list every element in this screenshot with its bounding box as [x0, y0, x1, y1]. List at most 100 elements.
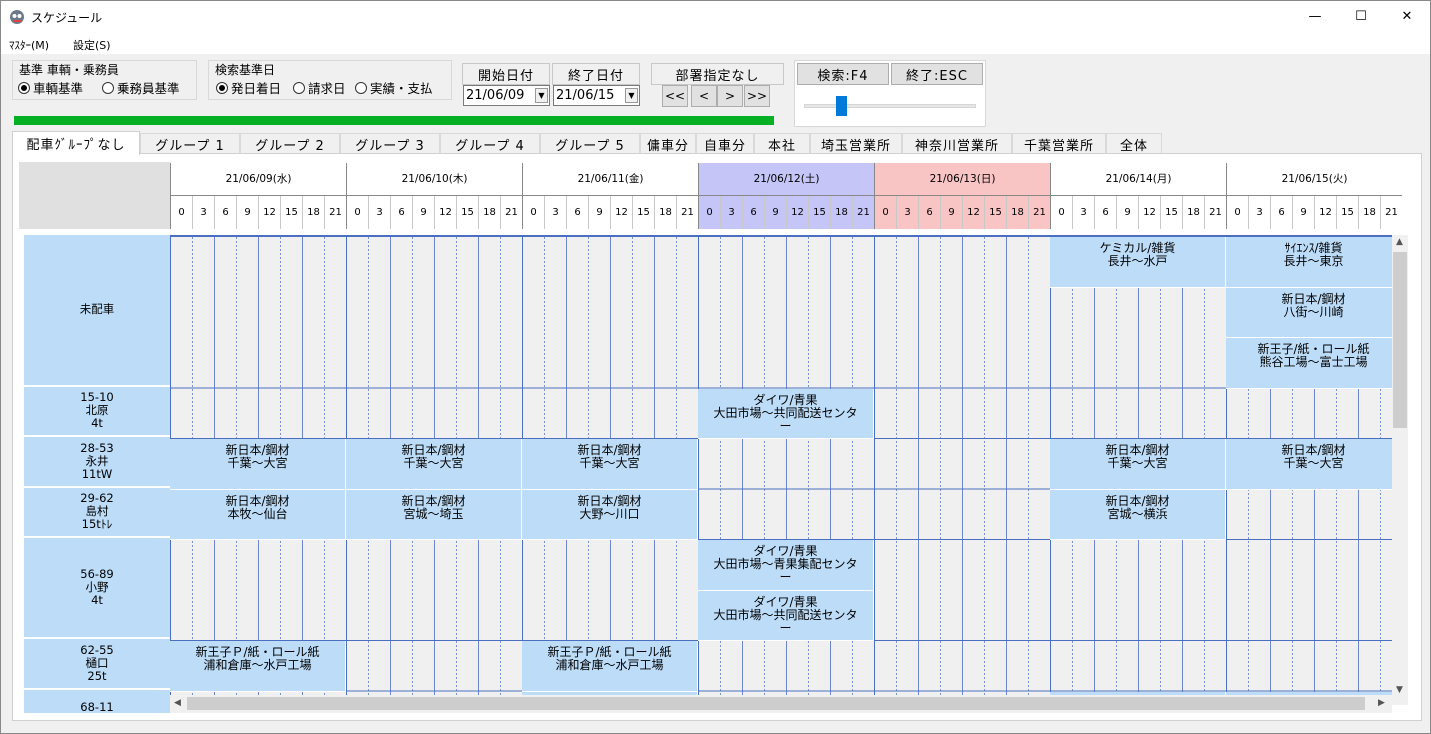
vehicle-row-header[interactable]: 62-55 樋口 25t — [24, 639, 170, 690]
day-header: 21/06/15(火) 0 3 6 9 12 15 18 21 — [1227, 163, 1402, 229]
dropdown-arrow-icon[interactable]: ▼ — [625, 88, 638, 103]
hour-label: 18 — [1007, 196, 1029, 229]
job-block[interactable]: ダイワ/青果 大田市場～共同配送センター — [698, 388, 874, 439]
radio-actual-payment[interactable]: 実績・支払 — [355, 78, 433, 97]
tab-9[interactable]: 埼玉営業所 — [810, 133, 902, 154]
minimize-button[interactable]: — — [1292, 1, 1338, 32]
job-block[interactable]: 新日本/鋼材 千葉～大宮 — [1050, 439, 1226, 490]
scroll-left-icon[interactable]: ◀ — [174, 698, 181, 708]
radio-label: 乗務員基準 — [117, 81, 180, 96]
end-date-picker[interactable]: 21/06/15 ▼ — [553, 85, 640, 106]
hour-label: 12 — [259, 196, 281, 229]
nav-next-button[interactable]: > — [717, 85, 743, 107]
tab-6[interactable]: 傭車分 — [640, 133, 696, 154]
horizontal-scroll-thumb[interactable] — [187, 697, 1365, 710]
hour-label: 6 — [215, 196, 237, 229]
nav-first-button[interactable]: << — [662, 85, 688, 107]
vehicle-row-line: 4t — [91, 416, 103, 431]
start-date-picker[interactable]: 21/06/09 ▼ — [463, 85, 550, 106]
hour-label: 15 — [985, 196, 1007, 229]
vehicle-row-header[interactable]: 68-11藤井 — [24, 689, 170, 713]
exit-button[interactable]: 終了:ESC — [891, 63, 983, 85]
job-block[interactable]: 新王子Ｐ/紙・ロール紙 浦和倉庫～水戸工場 — [170, 641, 346, 692]
job-block[interactable]: 新日本/鋼材 宮城～埼玉 — [346, 489, 522, 540]
nav-prev-button[interactable]: < — [691, 85, 717, 107]
job-block[interactable]: ケミカル/雑貨 長井～水戸 — [1050, 237, 1226, 288]
menu-settings[interactable]: 設定(S) — [73, 37, 111, 53]
zoom-slider-thumb[interactable] — [836, 96, 847, 116]
zoom-slider-track[interactable] — [804, 104, 976, 108]
tab-5[interactable]: グループ 5 — [540, 133, 640, 154]
tab-7[interactable]: 自車分 — [696, 133, 754, 154]
vehicle-row-header[interactable]: 未配車 — [24, 235, 170, 387]
hour-label: 9 — [237, 196, 259, 229]
day-header: 21/06/14(月) 0 3 6 9 12 15 18 21 — [1051, 163, 1227, 229]
job-block[interactable]: 新王子/紙・ロール紙 熊谷工場～富士工場 — [1226, 338, 1392, 389]
radio-label: 車輌基準 — [33, 81, 84, 96]
job-block[interactable]: 新日本/鋼材 千葉～大宮 — [1226, 439, 1392, 490]
job-line: 宮城～横浜 — [1107, 506, 1168, 521]
job-block[interactable]: 新日本/鋼材 千葉～大宮 — [522, 439, 698, 490]
tab-11[interactable]: 千葉営業所 — [1012, 133, 1106, 154]
vertical-scroll-thumb[interactable] — [1393, 252, 1407, 428]
job-block[interactable]: ダイワ/青果 大田市場～青果集配センター — [698, 540, 874, 591]
hour-label: 6 — [567, 196, 589, 229]
menu-master[interactable]: ﾏｽﾀｰ(M) — [9, 37, 49, 53]
scroll-right-icon[interactable]: ▶ — [1378, 698, 1385, 708]
vehicle-row-header[interactable]: 56-89 小野 4t — [24, 538, 170, 639]
dropdown-arrow-icon[interactable]: ▼ — [535, 88, 548, 103]
hour-label: 12 — [611, 196, 633, 229]
vehicle-row-line: 樋口 — [85, 655, 109, 670]
radio-billing-date[interactable]: 請求日 — [293, 78, 346, 97]
job-line: 長井～東京 — [1283, 254, 1344, 268]
hour-label: 3 — [369, 196, 391, 229]
hour-label: 6 — [1271, 196, 1293, 229]
close-button[interactable]: ✕ — [1384, 1, 1430, 32]
hour-label: 12 — [963, 196, 985, 229]
tab-1[interactable]: グループ 1 — [140, 133, 240, 154]
scroll-down-icon[interactable]: ▼ — [1396, 685, 1403, 695]
job-block[interactable]: 新日本/鋼材 宮城～横浜 — [1050, 489, 1226, 540]
horizontal-scrollbar[interactable]: ◀ ▶ — [170, 695, 1392, 713]
basis-label: 基準 車輌・乗務員 — [19, 63, 119, 77]
tab-10[interactable]: 神奈川営業所 — [902, 133, 1012, 154]
scroll-up-icon[interactable]: ▲ — [1396, 237, 1403, 247]
day-header: 21/06/12(土) 0 3 6 9 12 15 18 21 — [699, 163, 875, 229]
department-filter[interactable]: 部署指定なし — [651, 63, 784, 85]
job-block[interactable]: 新日本/鋼材 八街～川崎 — [1226, 287, 1392, 338]
job-block[interactable]: 新日本/鋼材 千葉～大宮 — [170, 439, 346, 490]
job-block[interactable]: ダイワ/青果 大田市場～共同配送センター — [698, 590, 874, 641]
vehicle-row-line: 15tﾄﾚ — [81, 517, 113, 532]
vehicle-row-header[interactable]: 15-10 北原 4t — [24, 386, 170, 437]
hour-label: 0 — [699, 196, 721, 229]
radio-crew-basis[interactable]: 乗務員基準 — [102, 78, 180, 97]
hour-label: 6 — [743, 196, 765, 229]
tab-3[interactable]: グループ 3 — [340, 133, 440, 154]
tab-2[interactable]: グループ 2 — [240, 133, 340, 154]
tab-8[interactable]: 本社 — [754, 133, 810, 154]
hour-label: 21 — [1209, 207, 1222, 218]
search-button[interactable]: 検索:F4 — [797, 63, 889, 85]
vehicle-row-line: 永井 — [85, 453, 109, 468]
job-block[interactable]: 新日本/鋼材 千葉～大宮 — [346, 439, 522, 490]
job-line: 千葉～大宮 — [227, 456, 288, 470]
job-block[interactable]: 新王子Ｐ/紙・ロール紙 浦和倉庫～水戸工場 — [522, 641, 698, 692]
tab-12[interactable]: 全体 — [1106, 133, 1162, 154]
vehicle-row-header[interactable]: 28-53 永井 11tW — [24, 437, 170, 488]
basis-group: 基準 車輌・乗務員 車輌基準 乗務員基準 — [12, 60, 197, 100]
job-block[interactable]: 新日本/鋼材 大野～川口 — [522, 489, 698, 540]
job-block[interactable]: ｻｲｴﾝｽ/雑貨 長井～東京 — [1226, 237, 1392, 288]
radio-departure-arrival[interactable]: 発日着日 — [216, 78, 281, 97]
nav-last-button[interactable]: >> — [744, 85, 770, 107]
tab-4[interactable]: グループ 4 — [440, 133, 540, 154]
hour-label: 9 — [765, 196, 787, 229]
vertical-scrollbar[interactable]: ▲ ▼ — [1392, 235, 1408, 705]
app-icon — [10, 10, 24, 24]
tab-0[interactable]: 配車ｸﾞﾙｰﾌﾟなし — [12, 131, 140, 155]
maximize-button[interactable]: ☐ — [1338, 1, 1384, 32]
radio-vehicle-basis[interactable]: 車輌基準 — [18, 78, 83, 97]
job-block[interactable]: 新日本/鋼材 本牧～仙台 — [170, 489, 346, 540]
vehicle-row-header[interactable]: 29-62 島村 15tﾄﾚ — [24, 487, 170, 538]
vehicle-column: 未配車 15-10 北原 4t 28-53 永井 11tW 29-62 島村 15tﾄﾚ 56-89… — [24, 235, 170, 713]
hour-label: 3 — [545, 196, 567, 229]
